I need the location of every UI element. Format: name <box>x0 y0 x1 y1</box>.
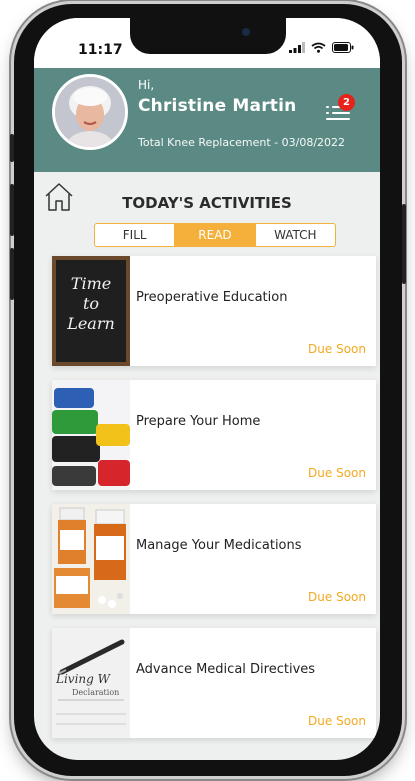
activity-title: Prepare Your Home <box>136 414 261 429</box>
menu-list-button[interactable]: 2 <box>326 94 355 122</box>
activity-card-manage-your-medications[interactable]: Manage Your Medications Due Soon <box>52 504 376 614</box>
thumb-text-line: to <box>82 294 100 313</box>
section-title: TODAY'S ACTIVITIES <box>122 194 292 212</box>
storage-containers-thumbnail <box>52 380 130 490</box>
volume-down-button <box>10 248 14 300</box>
due-status: Due Soon <box>308 466 366 480</box>
activity-card-advance-medical-directives[interactable]: Living W Declaration Advance Medical Dir… <box>52 628 376 738</box>
pill-bottles-thumbnail <box>52 504 130 614</box>
thumb-text-line: Declaration <box>72 688 120 697</box>
notification-badge: 2 <box>338 94 355 111</box>
activity-title: Manage Your Medications <box>136 538 302 553</box>
camera-icon <box>242 28 250 36</box>
cellular-signal-icon <box>289 42 305 53</box>
tab-read[interactable]: READ <box>174 224 255 246</box>
activity-card-preoperative-education[interactable]: Time to Learn Preoperative Education Due… <box>52 256 376 366</box>
thumb-text-line: Living W <box>56 672 110 686</box>
profile-header: Hi, Christine Martin Total Knee Replacem… <box>34 68 380 172</box>
chalkboard-thumbnail: Time to Learn <box>52 256 130 366</box>
user-portrait-icon <box>55 77 125 147</box>
status-time: 11:17 <box>78 42 123 58</box>
phone-notch <box>130 18 286 54</box>
thumb-text-line: Learn <box>67 314 115 333</box>
mute-switch <box>10 134 14 162</box>
due-status: Due Soon <box>308 714 366 728</box>
wifi-icon <box>311 42 326 53</box>
thumb-text-line: Time <box>70 274 112 293</box>
tab-fill[interactable]: FILL <box>95 224 174 246</box>
due-status: Due Soon <box>308 590 366 604</box>
avatar[interactable] <box>52 74 128 150</box>
procedure-info: Total Knee Replacement - 03/08/2022 <box>138 136 346 149</box>
battery-icon <box>332 42 354 53</box>
user-name: Christine Martin <box>138 96 297 116</box>
greeting-text: Hi, <box>138 78 155 92</box>
activity-card-prepare-your-home[interactable]: Prepare Your Home Due Soon <box>52 380 376 490</box>
activity-title: Preoperative Education <box>136 290 288 305</box>
living-will-document-thumbnail: Living W Declaration <box>52 628 130 738</box>
activity-title: Advance Medical Directives <box>136 662 316 677</box>
volume-up-button <box>10 184 14 236</box>
power-button <box>402 204 406 284</box>
status-icons <box>289 42 354 53</box>
app-screen: 11:17 Hi, Christine Martin Total Knee Re… <box>34 18 380 760</box>
tab-watch[interactable]: WATCH <box>254 224 335 246</box>
activity-tabs: FILL READ WATCH <box>94 223 336 247</box>
due-status: Due Soon <box>308 342 366 356</box>
